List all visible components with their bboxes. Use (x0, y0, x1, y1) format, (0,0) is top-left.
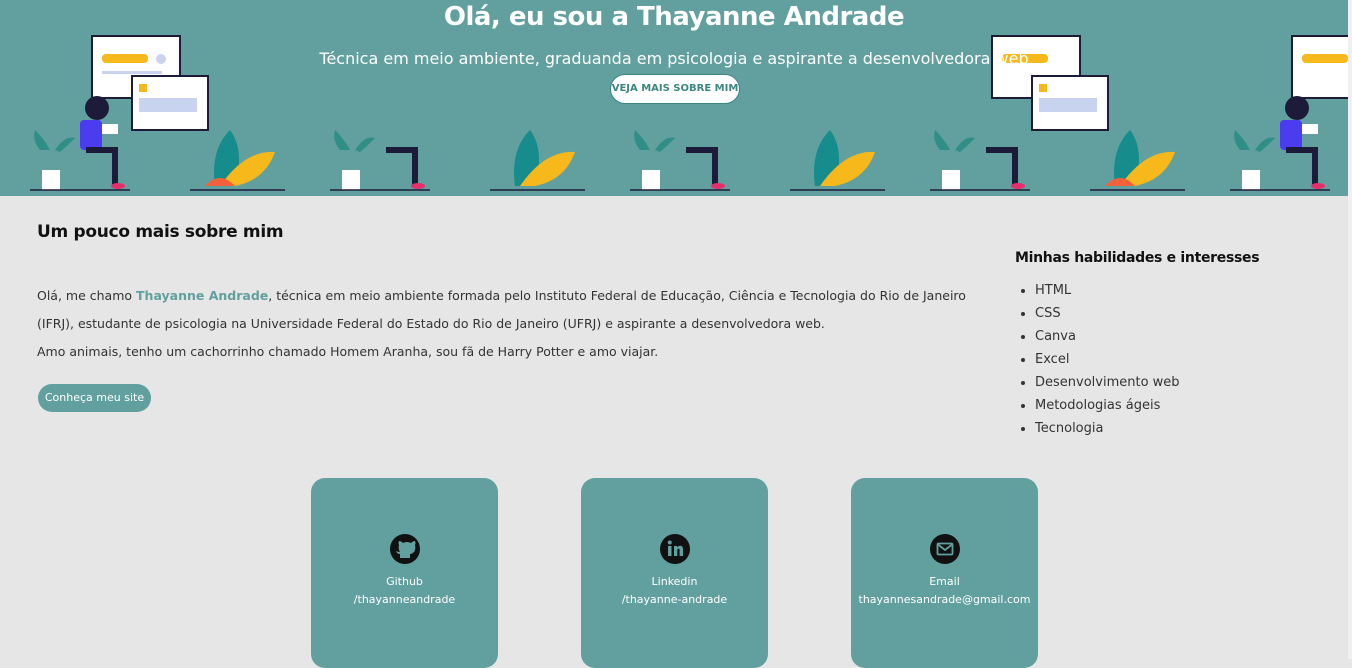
hero-title: Olá, eu sou a Thayanne Andrade (443, 2, 905, 32)
list-item: Desenvolvimento web (1035, 371, 1180, 394)
visit-site-button[interactable]: Conheça meu site (38, 384, 151, 412)
about-intro: Olá, me chamo (37, 288, 137, 303)
email-icon (929, 533, 961, 565)
skills-title: Minhas habilidades e interesses (1015, 250, 1260, 266)
list-item: CSS (1035, 302, 1180, 325)
linkedin-card[interactable]: Linkedin /thayanne-andrade (581, 478, 768, 668)
page-scrollbar[interactable] (1348, 0, 1352, 659)
about-title: Um pouco mais sobre mim (37, 222, 284, 242)
email-card[interactable]: Email thayannesandrade@gmail.com (851, 478, 1038, 668)
linkedin-handle: /thayanne-andrade (621, 593, 728, 606)
list-item: Tecnologia (1035, 417, 1180, 440)
linkedin-icon (659, 533, 691, 565)
hero-banner: Olá, eu sou a Thayanne Andrade Técnica e… (0, 0, 1348, 196)
email-address: thayannesandrade@gmail.com (858, 593, 1031, 606)
github-label: Github (386, 575, 423, 588)
about-hobbies: Amo animais, tenho um cachorrinho chamad… (37, 344, 659, 359)
list-item: Canva (1035, 325, 1180, 348)
linkedin-label: Linkedin (651, 575, 698, 588)
about-text: Olá, me chamo Thayanne Andrade, técnica … (37, 282, 967, 366)
github-handle: /thayanneandrade (353, 593, 456, 606)
list-item: HTML (1035, 279, 1180, 302)
see-more-button[interactable]: VEJA MAIS SOBRE MIM (610, 74, 740, 104)
about-name: Thayanne Andrade (136, 288, 269, 303)
list-item: Metodologias ágeis (1035, 394, 1180, 417)
skills-list: HTML CSS Canva Excel Desenvolvimento web… (1015, 279, 1180, 440)
list-item: Excel (1035, 348, 1180, 371)
email-label: Email (929, 575, 960, 588)
hero-subtitle: Técnica em meio ambiente, graduanda em p… (319, 49, 1029, 68)
github-icon (389, 533, 421, 565)
github-card[interactable]: Github /thayanneandrade (311, 478, 498, 668)
